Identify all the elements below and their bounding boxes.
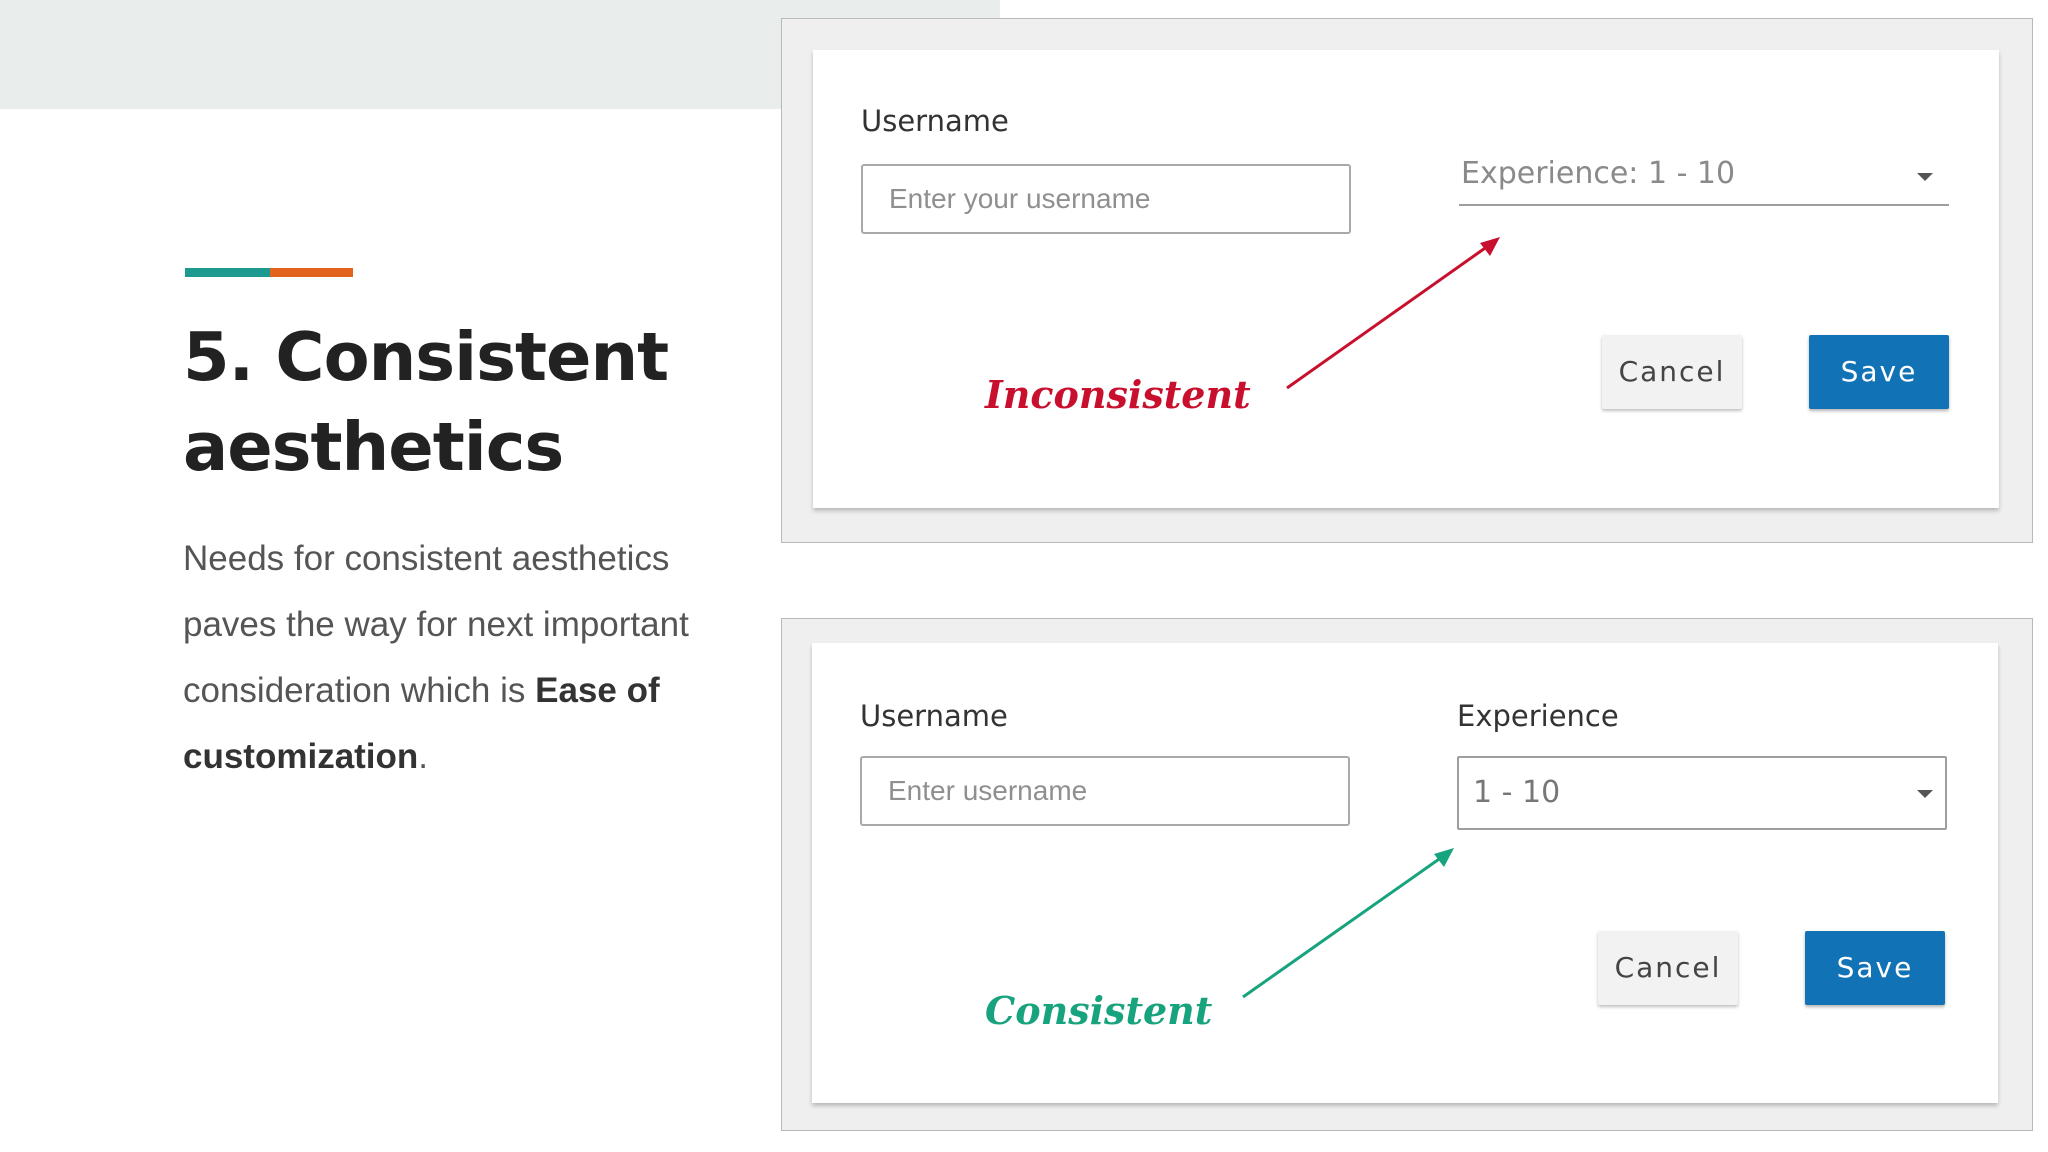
- consistent-arrow-icon: [1242, 848, 1454, 999]
